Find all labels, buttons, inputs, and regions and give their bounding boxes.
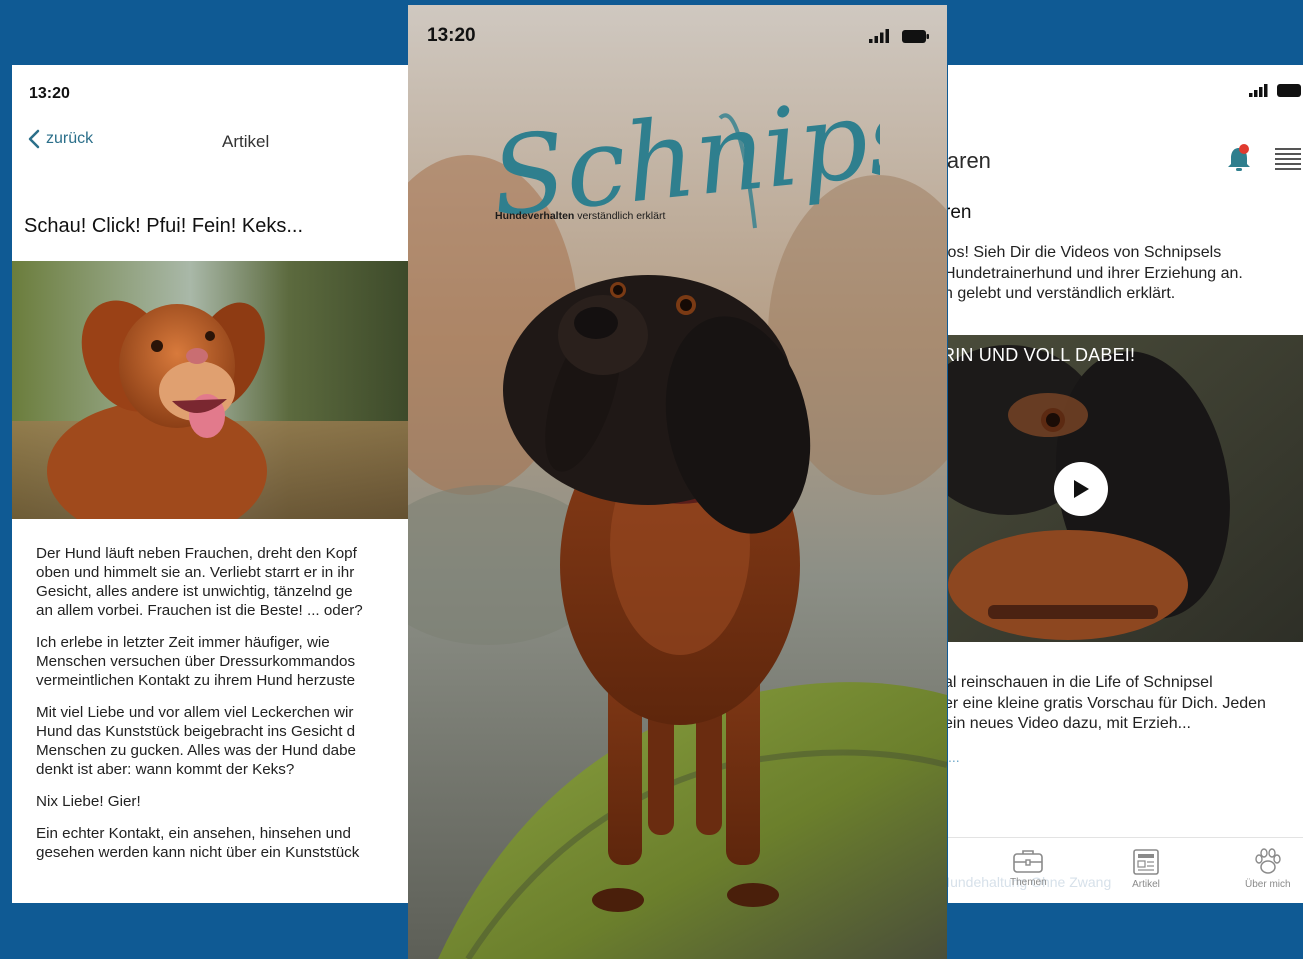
article-title: Schau! Click! Pfui! Fein! Keks... [24, 215, 303, 237]
video-teaser-text: al reinschauen in die Life of Schnipsel … [948, 674, 1266, 732]
back-label: zurück [46, 130, 94, 147]
newspaper-icon [1133, 849, 1159, 875]
play-button[interactable] [1054, 462, 1108, 516]
briefcase-icon [1013, 850, 1044, 873]
paragraph: Mit viel Liebe und vor allem viel Lecker… [36, 704, 356, 778]
article-image [12, 261, 408, 519]
status-time: 13:20 [427, 25, 476, 46]
battery-icon [902, 29, 929, 43]
paragraph: Der Hund läuft neben Frauchen, dreht den… [36, 545, 363, 619]
article-screen: 13:20 zurück Artikel Schau! Click! Pfui!… [12, 65, 408, 903]
paragraph: Nix Liebe! Gier! [36, 793, 141, 810]
signal-icon [869, 29, 889, 43]
nav-title: Artikel [222, 132, 270, 151]
tab-label: Themen [1010, 877, 1047, 888]
menu-button[interactable] [1275, 147, 1301, 176]
bell-icon [1228, 144, 1250, 171]
paw-icon [1255, 848, 1281, 874]
chevron-left-icon [28, 129, 40, 149]
splash-screen: 13:20 Schnipsel Hundeverhalten verständl… [408, 5, 947, 959]
read-more-link[interactable]: ... [948, 749, 960, 765]
play-icon [1074, 480, 1089, 498]
video-overview-screen: laren ren los! Sieh Dir die Videos von S… [948, 65, 1303, 903]
schnipsel-logo: Schnipsel [486, 62, 947, 253]
tab-label: Über mich [1245, 879, 1291, 890]
hamburger-menu-icon [1275, 148, 1301, 170]
video-player[interactable]: RIN UND VOLL DABEI! [948, 335, 1303, 642]
back-button[interactable]: zurück [28, 129, 93, 149]
paragraph: Ich erlebe in letzter Zeit immer häufige… [36, 634, 356, 689]
status-time: 13:20 [29, 85, 70, 102]
intro-text: los! Sieh Dir die Videos von Schnipsels … [948, 244, 1243, 302]
tab-bar: Hundehaltung Ohne Zwang Themen Artikel Ü… [948, 837, 1303, 903]
video-thumbnail [948, 335, 1303, 642]
paragraph: Ein echter Kontakt, ein ansehen, hinsehe… [36, 825, 360, 861]
article-body: Der Hund läuft neben Frauchen, dreht den… [36, 544, 408, 875]
video-caption: RIN UND VOLL DABEI! [948, 345, 1136, 365]
tab-ueber-mich[interactable]: Über mich [1245, 848, 1291, 890]
notification-button[interactable] [1225, 143, 1253, 178]
tab-artikel[interactable]: Artikel [1130, 848, 1162, 890]
tab-label: Artikel [1132, 879, 1160, 890]
tab-themen[interactable]: Themen [1010, 848, 1047, 888]
nav-bar: zurück Artikel [12, 129, 408, 159]
battery-icon [1277, 84, 1301, 97]
status-icons [869, 29, 929, 43]
tagline: Hundeverhalten verständlich erklärt [495, 210, 666, 222]
status-icons [1249, 84, 1303, 97]
section-heading: ren [948, 202, 972, 223]
page-title: laren [948, 148, 991, 173]
signal-icon [1249, 84, 1268, 97]
